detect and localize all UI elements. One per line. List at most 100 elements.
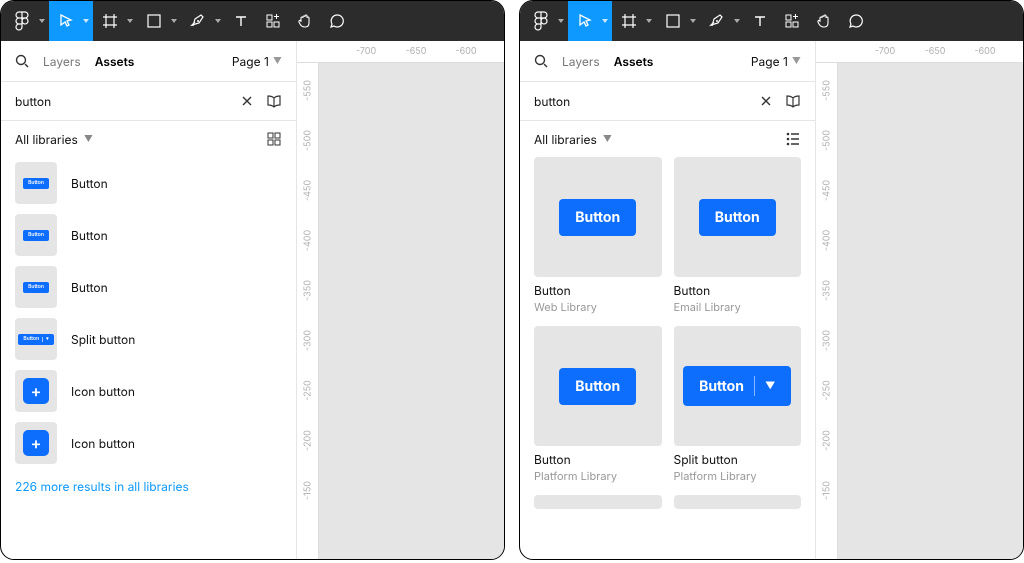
shape-tool[interactable] bbox=[656, 1, 700, 41]
tab-layers[interactable]: Layers bbox=[562, 54, 600, 69]
clear-search-icon[interactable] bbox=[240, 94, 254, 108]
tab-assets[interactable]: Assets bbox=[95, 54, 135, 69]
asset-name: Button bbox=[71, 228, 108, 243]
asset-thumbnail: Button bbox=[15, 162, 57, 204]
asset-name: Split button bbox=[71, 332, 135, 347]
search-icon[interactable] bbox=[15, 54, 29, 68]
asset-thumbnail: Button▾ bbox=[15, 318, 57, 360]
asset-card[interactable]: Button Button Email Library bbox=[674, 157, 802, 314]
comment-icon bbox=[848, 13, 864, 29]
library-filter[interactable]: All libraries bbox=[534, 132, 597, 147]
hand-tool[interactable] bbox=[289, 1, 321, 41]
canvas[interactable]: -700-650-600 -550 -500 -450 -400 -350 -3… bbox=[297, 41, 504, 559]
pen-icon bbox=[190, 13, 206, 29]
asset-name: Icon button bbox=[71, 436, 135, 451]
search-input[interactable]: button bbox=[534, 94, 759, 109]
figma-menu[interactable] bbox=[5, 1, 49, 41]
asset-card[interactable] bbox=[674, 495, 802, 509]
move-tool[interactable] bbox=[568, 1, 612, 41]
search-icon[interactable] bbox=[534, 54, 548, 68]
move-tool[interactable] bbox=[49, 1, 93, 41]
asset-library: Platform Library bbox=[534, 469, 662, 483]
list-view-toggle[interactable] bbox=[785, 131, 801, 147]
grid-view-toggle[interactable] bbox=[266, 131, 282, 147]
comment-icon bbox=[329, 13, 345, 29]
asset-row[interactable]: +Icon button bbox=[15, 365, 282, 417]
tab-assets[interactable]: Assets bbox=[614, 54, 654, 69]
resources-tool[interactable] bbox=[776, 1, 808, 41]
ruler-horizontal: -700-650-600 bbox=[816, 41, 1023, 63]
asset-name: Split button bbox=[674, 452, 802, 467]
text-icon bbox=[233, 13, 249, 29]
asset-name: Button bbox=[534, 452, 662, 467]
asset-library: Email Library bbox=[674, 300, 802, 314]
asset-thumbnail: + bbox=[15, 370, 57, 412]
asset-thumbnail: Button bbox=[674, 157, 802, 277]
asset-row[interactable]: Button Button bbox=[15, 157, 282, 209]
hand-icon bbox=[816, 13, 832, 29]
asset-thumbnail: + bbox=[15, 422, 57, 464]
asset-library: Web Library bbox=[534, 300, 662, 314]
asset-thumbnail: Button bbox=[534, 326, 662, 446]
window-list-view: Layers Assets Page 1▼ button bbox=[0, 0, 505, 560]
frame-tool[interactable] bbox=[93, 1, 137, 41]
text-tool[interactable] bbox=[225, 1, 257, 41]
asset-name: Button bbox=[71, 280, 108, 295]
asset-card[interactable]: Button▼ Split button Platform Library bbox=[674, 326, 802, 483]
ruler-vertical: -550 -500 -450 -400 -350 -300 -250 -200 … bbox=[297, 63, 319, 559]
cursor-icon bbox=[58, 13, 74, 29]
asset-name: Button bbox=[674, 283, 802, 298]
figma-logo-icon bbox=[15, 11, 29, 31]
library-icon[interactable] bbox=[785, 94, 801, 108]
page-selector[interactable]: Page 1▼ bbox=[232, 54, 282, 69]
text-icon bbox=[752, 13, 768, 29]
pen-tool[interactable] bbox=[181, 1, 225, 41]
figma-logo-icon bbox=[534, 11, 548, 31]
assets-sidebar: Layers Assets Page 1▼ button bbox=[1, 41, 297, 559]
asset-library: Platform Library bbox=[674, 469, 802, 483]
resources-icon bbox=[265, 13, 281, 29]
frame-tool[interactable] bbox=[612, 1, 656, 41]
asset-card[interactable] bbox=[534, 495, 662, 509]
shape-tool[interactable] bbox=[137, 1, 181, 41]
tab-layers[interactable]: Layers bbox=[43, 54, 81, 69]
asset-card[interactable]: Button Button Web Library bbox=[534, 157, 662, 314]
text-tool[interactable] bbox=[744, 1, 776, 41]
asset-row[interactable]: Button Button bbox=[15, 261, 282, 313]
clear-search-icon[interactable] bbox=[759, 94, 773, 108]
asset-thumbnail: Button bbox=[15, 266, 57, 308]
pen-tool[interactable] bbox=[700, 1, 744, 41]
resources-icon bbox=[784, 13, 800, 29]
ruler-horizontal: -700-650-600 bbox=[297, 41, 504, 63]
pen-icon bbox=[709, 13, 725, 29]
search-input[interactable]: button bbox=[15, 94, 240, 109]
rectangle-icon bbox=[146, 13, 162, 29]
asset-thumbnail bbox=[534, 495, 662, 509]
ruler-vertical: -550 -500 -450 -400 -350 -300 -250 -200 … bbox=[816, 63, 838, 559]
canvas[interactable]: -700-650-600 -550 -500 -450 -400 -350 -3… bbox=[816, 41, 1023, 559]
toolbar bbox=[1, 1, 504, 41]
asset-row[interactable]: + Icon button bbox=[15, 417, 282, 469]
asset-thumbnail: Button▼ bbox=[674, 326, 802, 446]
more-results-link[interactable]: 226 more results in all libraries bbox=[15, 469, 282, 504]
figma-menu[interactable] bbox=[524, 1, 568, 41]
asset-name: Button bbox=[71, 176, 108, 191]
asset-thumbnail bbox=[674, 495, 802, 509]
page-selector[interactable]: Page 1▼ bbox=[751, 54, 801, 69]
asset-name: Button bbox=[534, 283, 662, 298]
frame-icon bbox=[102, 13, 118, 29]
asset-row[interactable]: Button▾ Split button bbox=[15, 313, 282, 365]
asset-thumbnail: Button bbox=[534, 157, 662, 277]
comment-tool[interactable] bbox=[840, 1, 872, 41]
comment-tool[interactable] bbox=[321, 1, 353, 41]
hand-tool[interactable] bbox=[808, 1, 840, 41]
frame-icon bbox=[621, 13, 637, 29]
asset-row[interactable]: ButtonButton bbox=[15, 209, 282, 261]
library-filter[interactable]: All libraries bbox=[15, 132, 78, 147]
window-grid-view: Layers Assets Page 1▼ button bbox=[519, 0, 1024, 560]
resources-tool[interactable] bbox=[257, 1, 289, 41]
asset-card[interactable]: Button Button Platform Library bbox=[534, 326, 662, 483]
library-icon[interactable] bbox=[266, 94, 282, 108]
rectangle-icon bbox=[665, 13, 681, 29]
hand-icon bbox=[297, 13, 313, 29]
